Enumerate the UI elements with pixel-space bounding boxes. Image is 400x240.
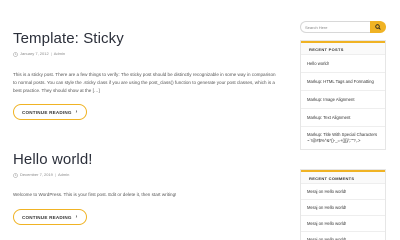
continue-reading-button[interactable]: CONTINUE READING › — [13, 104, 87, 120]
post-author[interactable]: Admin — [58, 172, 69, 178]
meta-separator: | — [50, 51, 52, 56]
sidebar: RECENT POSTS Hello world! Markup: HTML T… — [300, 21, 386, 240]
recent-comments-list: Meraj on Hello world! Meraj on Hello wor… — [301, 184, 385, 240]
post-title-link[interactable]: Template: Sticky — [13, 30, 278, 48]
widget-title: RECENT POSTS — [301, 41, 385, 55]
arrow-right-icon: › — [75, 214, 78, 220]
recent-comment-link[interactable]: Meraj on Hello world! — [301, 184, 385, 200]
clock-icon — [13, 172, 18, 178]
recent-post-link[interactable]: Markup: Text Alignment — [301, 109, 385, 127]
recent-post-link[interactable]: Markup: Title With Special Characters ~`… — [301, 127, 385, 149]
post-date[interactable]: December 7, 2019 — [20, 172, 53, 178]
search-button[interactable] — [370, 21, 386, 33]
post-meta: December 7, 2019 | Admin — [13, 172, 278, 178]
recent-comment-link[interactable]: Meraj on Hello world! — [301, 232, 385, 240]
widget-title: RECENT COMMENTS — [301, 170, 385, 184]
recent-comment-link[interactable]: Meraj on Hello world! — [301, 200, 385, 216]
post-date[interactable]: January 7, 2012 — [20, 51, 49, 57]
recent-post-link[interactable]: Markup: HTML Tags and Formatting — [301, 73, 385, 91]
post-title-link[interactable]: Hello world! — [13, 151, 278, 169]
recent-post-link[interactable]: Markup: Image Alignment — [301, 91, 385, 109]
recent-post-link[interactable]: Hello world! — [301, 55, 385, 73]
search-input[interactable] — [300, 21, 370, 33]
post-excerpt: Welcome to WordPress. This is your first… — [13, 192, 177, 197]
search-icon — [375, 24, 381, 30]
post-card: Hello world! December 7, 2019 | Admin We… — [13, 151, 278, 225]
recent-posts-widget: RECENT POSTS Hello world! Markup: HTML T… — [300, 40, 386, 150]
continue-reading-label: CONTINUE READING — [22, 214, 72, 220]
post-meta: January 7, 2012 | Admin — [13, 51, 278, 57]
arrow-right-icon: › — [75, 109, 78, 115]
recent-comment-link[interactable]: Meraj on Hello world! — [301, 216, 385, 232]
post-author[interactable]: Admin — [54, 51, 65, 57]
continue-reading-button[interactable]: CONTINUE READING › — [13, 209, 87, 225]
post-card: Template: Sticky January 7, 2012 | Admin… — [13, 30, 278, 120]
recent-comments-widget: RECENT COMMENTS Meraj on Hello world! Me… — [300, 169, 386, 240]
recent-posts-list: Hello world! Markup: HTML Tags and Forma… — [301, 55, 385, 149]
meta-separator: | — [54, 172, 56, 177]
continue-reading-label: CONTINUE READING — [22, 109, 72, 115]
search-form — [300, 21, 386, 33]
page: Template: Sticky January 7, 2012 | Admin… — [0, 0, 400, 240]
clock-icon — [13, 51, 18, 57]
post-excerpt: This is a sticky post. There are a few t… — [13, 72, 276, 93]
